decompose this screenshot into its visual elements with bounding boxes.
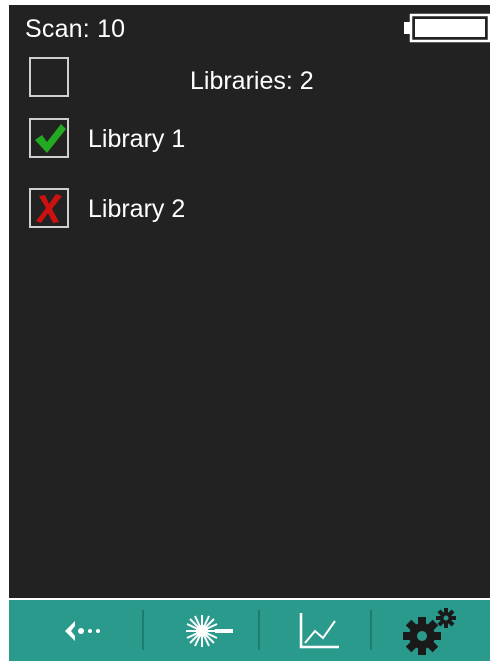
laser-button[interactable]	[159, 600, 254, 661]
library-1-checkbox[interactable]	[29, 118, 69, 158]
select-all-checkbox[interactable]	[29, 57, 69, 97]
library-2-checkbox[interactable]	[29, 188, 69, 228]
chart-icon	[299, 612, 339, 648]
spectrum-button[interactable]	[274, 600, 364, 661]
toolbar-divider	[370, 610, 372, 650]
library-1-label[interactable]: Library 1	[88, 125, 185, 154]
green-check-icon	[35, 124, 66, 153]
settings-button[interactable]	[384, 600, 479, 661]
laser-icon	[185, 614, 233, 647]
back-arrow-icon	[65, 620, 100, 641]
battery-empty-icon	[404, 13, 491, 43]
back-button[interactable]	[49, 600, 129, 661]
libraries-count-label: Libraries: 2	[190, 67, 314, 95]
bottom-toolbar	[9, 600, 490, 661]
scan-screen: Scan: 10 Libraries: 2 Library 1 Library …	[9, 5, 491, 598]
toolbar-divider	[258, 610, 260, 650]
library-2-label[interactable]: Library 2	[88, 195, 185, 224]
gears-icon	[402, 607, 456, 655]
toolbar-divider	[142, 610, 144, 650]
scan-count-label: Scan: 10	[25, 15, 126, 43]
red-x-icon	[36, 194, 62, 223]
